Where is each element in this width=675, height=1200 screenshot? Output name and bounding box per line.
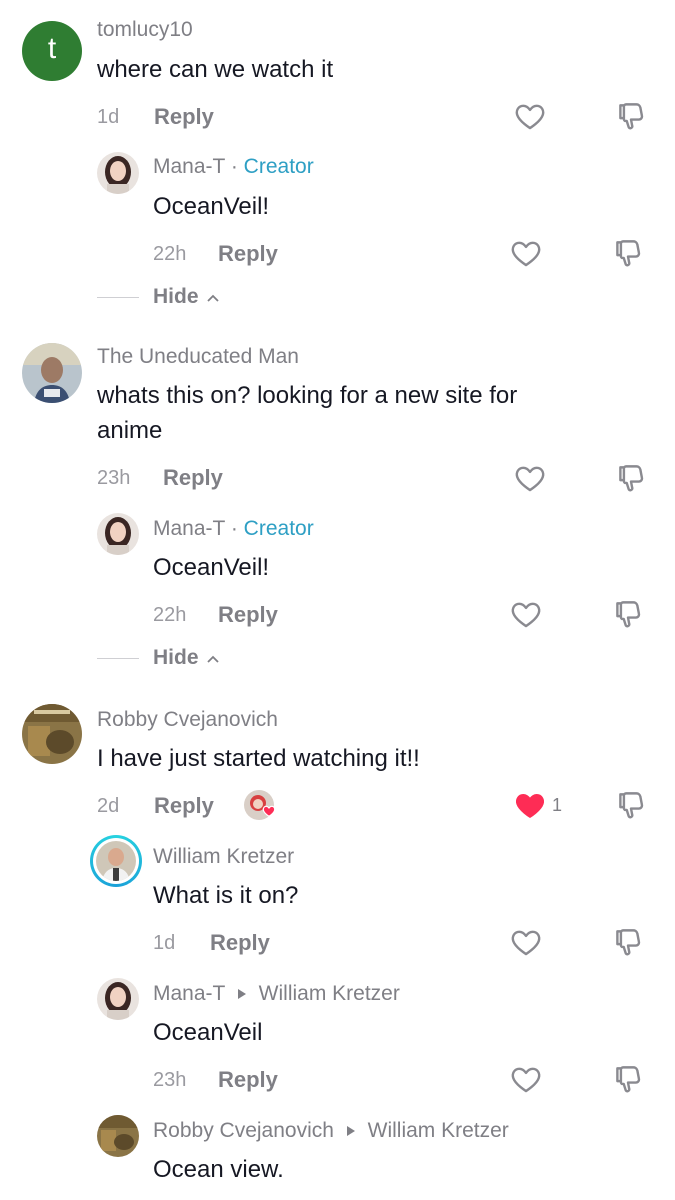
avatar-mana-t[interactable] <box>97 152 139 194</box>
username[interactable]: tomlucy10 <box>97 18 193 42</box>
comment-time: 23h <box>97 467 131 489</box>
reply-to-username: William Kretzer <box>367 1119 509 1142</box>
username[interactable]: The Uneducated Man <box>97 345 299 369</box>
avatar-letter: t <box>47 32 57 65</box>
username[interactable]: Robby Cvejanovich <box>97 708 278 732</box>
reply-time: 23h <box>153 1069 187 1091</box>
thumbs-down-icon[interactable] <box>614 99 648 133</box>
reply-time: 22h <box>153 243 187 265</box>
hide-replies-button[interactable]: Hide <box>153 646 220 670</box>
reply-button[interactable]: Reply <box>154 104 214 130</box>
like-count: 1 <box>552 795 563 815</box>
comment-text: where can we watch it <box>97 56 334 83</box>
thumbs-down-icon[interactable] <box>614 788 648 822</box>
heart-outline-icon[interactable] <box>509 597 543 631</box>
comment-time: 1d <box>97 106 120 128</box>
reply-username[interactable]: Robby Cvejanovich William Kretzer <box>153 1119 509 1143</box>
hide-label: Hide <box>153 285 199 308</box>
reply-button[interactable]: Reply <box>218 1067 278 1093</box>
thumbs-down-icon[interactable] <box>611 1062 645 1096</box>
avatar-william-kretzer[interactable] <box>90 835 142 887</box>
triangle-right-icon <box>237 989 246 999</box>
chevron-up-icon <box>207 655 219 663</box>
creator-badge: Creator <box>243 517 314 540</box>
thumbs-down-icon[interactable] <box>614 461 648 495</box>
reply-button[interactable]: Reply <box>210 930 270 956</box>
heart-filled-icon <box>262 805 276 817</box>
comment-time: 2d <box>97 795 120 817</box>
reply-username[interactable]: Mana-T · Creator <box>153 517 314 541</box>
reply-username[interactable]: Mana-T · Creator <box>153 155 314 179</box>
reply-username[interactable]: William Kretzer <box>153 845 294 869</box>
avatar-mana-t[interactable] <box>97 513 139 555</box>
reply-button[interactable]: Reply <box>218 241 278 267</box>
hide-label: Hide <box>153 646 199 669</box>
thumbs-down-icon[interactable] <box>611 597 645 631</box>
hide-replies-button[interactable]: Hide <box>153 285 220 309</box>
reply-username-text: Mana-T <box>153 155 225 178</box>
comment-text-line2: anime <box>97 417 163 444</box>
reply-text: OceanVeil! <box>153 193 270 220</box>
chevron-up-icon <box>207 294 219 302</box>
avatar-mana-t[interactable] <box>97 978 139 1020</box>
avatar-robby-cvejanovich[interactable] <box>22 704 82 764</box>
heart-outline-icon[interactable] <box>513 461 547 495</box>
reply-time: 22h <box>153 604 187 626</box>
avatar-robby-cvejanovich[interactable] <box>97 1115 139 1157</box>
reply-username-text: Robby Cvejanovich <box>153 1119 334 1142</box>
reply-text: OceanVeil <box>153 1019 263 1046</box>
thumbs-down-icon[interactable] <box>611 925 645 959</box>
reply-username-text: Mana-T <box>153 517 225 540</box>
avatar-the-uneducated-man[interactable] <box>22 343 82 403</box>
reply-username[interactable]: Mana-T William Kretzer <box>153 982 400 1006</box>
triangle-right-icon <box>346 1126 355 1136</box>
divider <box>97 297 139 298</box>
reply-username-text: Mana-T <box>153 982 225 1005</box>
heart-outline-icon[interactable] <box>513 99 547 133</box>
thumbs-down-icon[interactable] <box>611 236 645 270</box>
divider <box>97 658 139 659</box>
reply-button[interactable]: Reply <box>163 465 223 491</box>
heart-outline-icon[interactable] <box>509 236 543 270</box>
avatar-tomlucy10[interactable]: t <box>22 21 82 81</box>
reply-text: OceanVeil! <box>153 554 270 581</box>
comment-text: I have just started watching it!! <box>97 745 420 772</box>
separator-dot: · <box>230 517 238 540</box>
creator-badge: Creator <box>243 155 314 178</box>
reply-button[interactable]: Reply <box>218 602 278 628</box>
reply-to-username: William Kretzer <box>258 982 400 1005</box>
reply-text: What is it on? <box>153 882 299 909</box>
heart-outline-icon[interactable] <box>509 925 543 959</box>
heart-filled-icon[interactable] <box>513 788 547 822</box>
reply-time: 1d <box>153 932 176 954</box>
heart-outline-icon[interactable] <box>509 1062 543 1096</box>
reply-text: Ocean view. <box>153 1156 284 1183</box>
reply-button[interactable]: Reply <box>154 793 214 819</box>
comment-text-line1: whats this on? looking for a new site fo… <box>97 382 518 409</box>
separator-dot: · <box>230 155 238 178</box>
